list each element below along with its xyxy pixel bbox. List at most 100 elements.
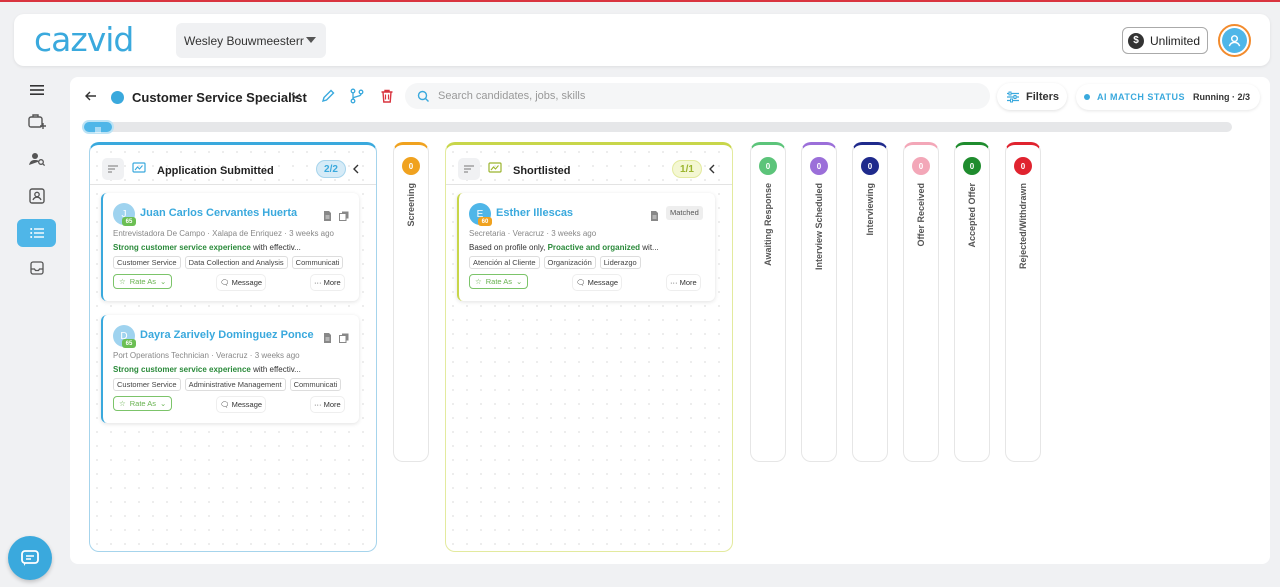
ai-status-value: Running · 2/3 (1193, 92, 1250, 102)
scrollbar-thumb[interactable] (82, 120, 114, 134)
column-count-badge: 0 (759, 157, 777, 175)
rate-as-dropdown[interactable]: ☆ Rate As ⌄ (469, 274, 529, 289)
more-button[interactable]: ··· More (667, 275, 700, 290)
candidate-name[interactable]: Dayra Zarively Dominguez Ponce (140, 329, 314, 341)
user-name: Wesley Bouwmeesterr (184, 33, 304, 48)
column-header: Shortlisted 1/1 (446, 145, 732, 185)
column-title: Awaiting Response (763, 183, 773, 266)
candidate-card[interactable]: J 65 Juan Carlos Cervantes Huerta Entrevi… (101, 193, 359, 301)
column-count-badge: 0 (912, 157, 930, 175)
candidate-card[interactable]: D 65 Dayra Zarively Dominguez Ponce Port … (101, 315, 359, 423)
message-button[interactable]: 🗨 Message (217, 397, 265, 412)
candidate-meta: Entrevistadora De Campo · Xalapa de Enri… (113, 229, 335, 238)
search-icon (417, 90, 429, 102)
edit-pencil-icon[interactable] (320, 88, 336, 109)
skill-tags: Customer Service Data Collection and Ana… (113, 256, 353, 269)
column-title: Interview Scheduled (814, 183, 824, 271)
candidate-name[interactable]: Esther Illescas (496, 207, 573, 219)
column-screening[interactable]: 0 Screening (393, 142, 429, 462)
plan-label: Unlimited (1150, 33, 1201, 48)
rate-as-dropdown[interactable]: ☆ Rate As ⌄ (113, 396, 173, 411)
candidate-summary: Strong customer service experience with … (113, 243, 301, 252)
workflow-branch-icon[interactable] (349, 88, 365, 109)
message-button[interactable]: 🗨 Message (217, 275, 265, 290)
column-count-badge: 2/2 (316, 160, 346, 178)
column-title: Rejected/Withdrawn (1018, 183, 1028, 269)
column-title: Application Submitted (157, 165, 274, 177)
column-accepted-offer[interactable]: 0 Accepted Offer (954, 142, 990, 462)
add-job-icon[interactable] (17, 107, 56, 135)
match-score-badge: 60 (478, 217, 492, 226)
search-placeholder: Search candidates, jobs, skills (438, 90, 586, 102)
matched-badge: Matched (666, 206, 703, 220)
skill-tag: Atención al Cliente (469, 256, 540, 269)
candidate-avatar: D 65 (113, 325, 136, 348)
pipeline-board: Customer Service Specialist Search candi… (70, 77, 1270, 564)
caret-down-icon (306, 37, 316, 43)
skill-tag: Data Collection and Analysis (184, 256, 288, 269)
candidate-summary: Strong customer service experience with … (113, 365, 301, 374)
back-arrow-icon[interactable] (84, 89, 98, 108)
document-icon[interactable] (650, 208, 659, 226)
column-header: Application Submitted 2/2 (90, 145, 376, 185)
match-score-badge: 65 (122, 339, 136, 348)
copy-icon[interactable] (339, 208, 349, 226)
skill-tags: Atención al Cliente Organización Lideraz… (469, 256, 709, 269)
board-horizontal-scrollbar[interactable] (82, 120, 1232, 134)
candidate-card[interactable]: E 60 Esther Illescas Matched Secretaria ·… (457, 193, 715, 301)
user-avatar[interactable] (1218, 24, 1251, 57)
candidate-name[interactable]: Juan Carlos Cervantes Huerta (140, 207, 297, 219)
top-bar: cazvid Wesley Bouwmeesterr $ Unlimited (14, 14, 1270, 66)
menu-icon[interactable] (17, 76, 56, 104)
column-application-submitted: Application Submitted 2/2 J 65 Juan Carlo… (89, 142, 377, 552)
user-dropdown[interactable]: Wesley Bouwmeesterr (176, 23, 326, 58)
more-button[interactable]: ··· More (311, 397, 344, 412)
column-offer-received[interactable]: 0 Offer Received (903, 142, 939, 462)
column-title: Interviewing (865, 183, 875, 236)
pipeline-list-icon[interactable] (17, 219, 56, 247)
candidate-avatar: J 65 (113, 203, 136, 226)
skill-tag: Administrative Management (184, 378, 286, 391)
skill-tags: Customer Service Administrative Manageme… (113, 378, 353, 391)
skill-tag: Communicati (291, 256, 344, 269)
job-chevron-down-icon[interactable] (290, 91, 302, 104)
job-status-dot (111, 91, 124, 104)
rate-as-dropdown[interactable]: ☆ Rate As ⌄ (113, 274, 173, 289)
message-icon: 🗨 (576, 278, 586, 287)
trash-icon[interactable] (379, 88, 395, 109)
column-interview-scheduled[interactable]: 0 Interview Scheduled (801, 142, 837, 462)
skill-tag: Organización (543, 256, 596, 269)
find-candidates-icon[interactable] (17, 145, 56, 173)
inbox-icon[interactable] (17, 254, 56, 282)
chat-button[interactable] (8, 536, 52, 580)
match-score-badge: 65 (122, 217, 136, 226)
column-awaiting-response[interactable]: 0 Awaiting Response (750, 142, 786, 462)
job-title[interactable]: Customer Service Specialist (132, 90, 307, 105)
skill-tag: Liderazgo (599, 256, 641, 269)
document-icon[interactable] (323, 330, 332, 348)
column-count-badge: 0 (963, 157, 981, 175)
collapse-chevron-icon[interactable] (708, 163, 716, 177)
sort-icon[interactable] (458, 158, 480, 180)
contacts-icon[interactable] (17, 182, 56, 210)
candidate-avatar: E 60 (469, 203, 492, 226)
collapse-chevron-icon[interactable] (352, 163, 360, 177)
filter-sliders-icon (1007, 91, 1019, 102)
dollar-icon: $ (1128, 32, 1144, 49)
column-title: Accepted Offer (967, 183, 977, 248)
ai-match-status: AI MATCH STATUS Running · 2/3 (1076, 84, 1260, 110)
skill-tag: Customer Service (113, 378, 181, 391)
sort-icon[interactable] (102, 158, 124, 180)
column-count-badge: 1/1 (672, 160, 702, 178)
plan-button[interactable]: $ Unlimited (1122, 27, 1208, 54)
copy-icon[interactable] (339, 330, 349, 348)
filters-button[interactable]: Filters (997, 83, 1067, 110)
cazvid-logo[interactable]: cazvid (34, 20, 134, 59)
search-input[interactable]: Search candidates, jobs, skills (405, 83, 990, 109)
column-rejected-withdrawn[interactable]: 0 Rejected/Withdrawn (1005, 142, 1041, 462)
message-button[interactable]: 🗨 Message (573, 275, 621, 290)
column-interviewing[interactable]: 0 Interviewing (852, 142, 888, 462)
more-button[interactable]: ··· More (311, 275, 344, 290)
document-icon[interactable] (323, 208, 332, 226)
message-icon: 🗨 (220, 400, 230, 409)
